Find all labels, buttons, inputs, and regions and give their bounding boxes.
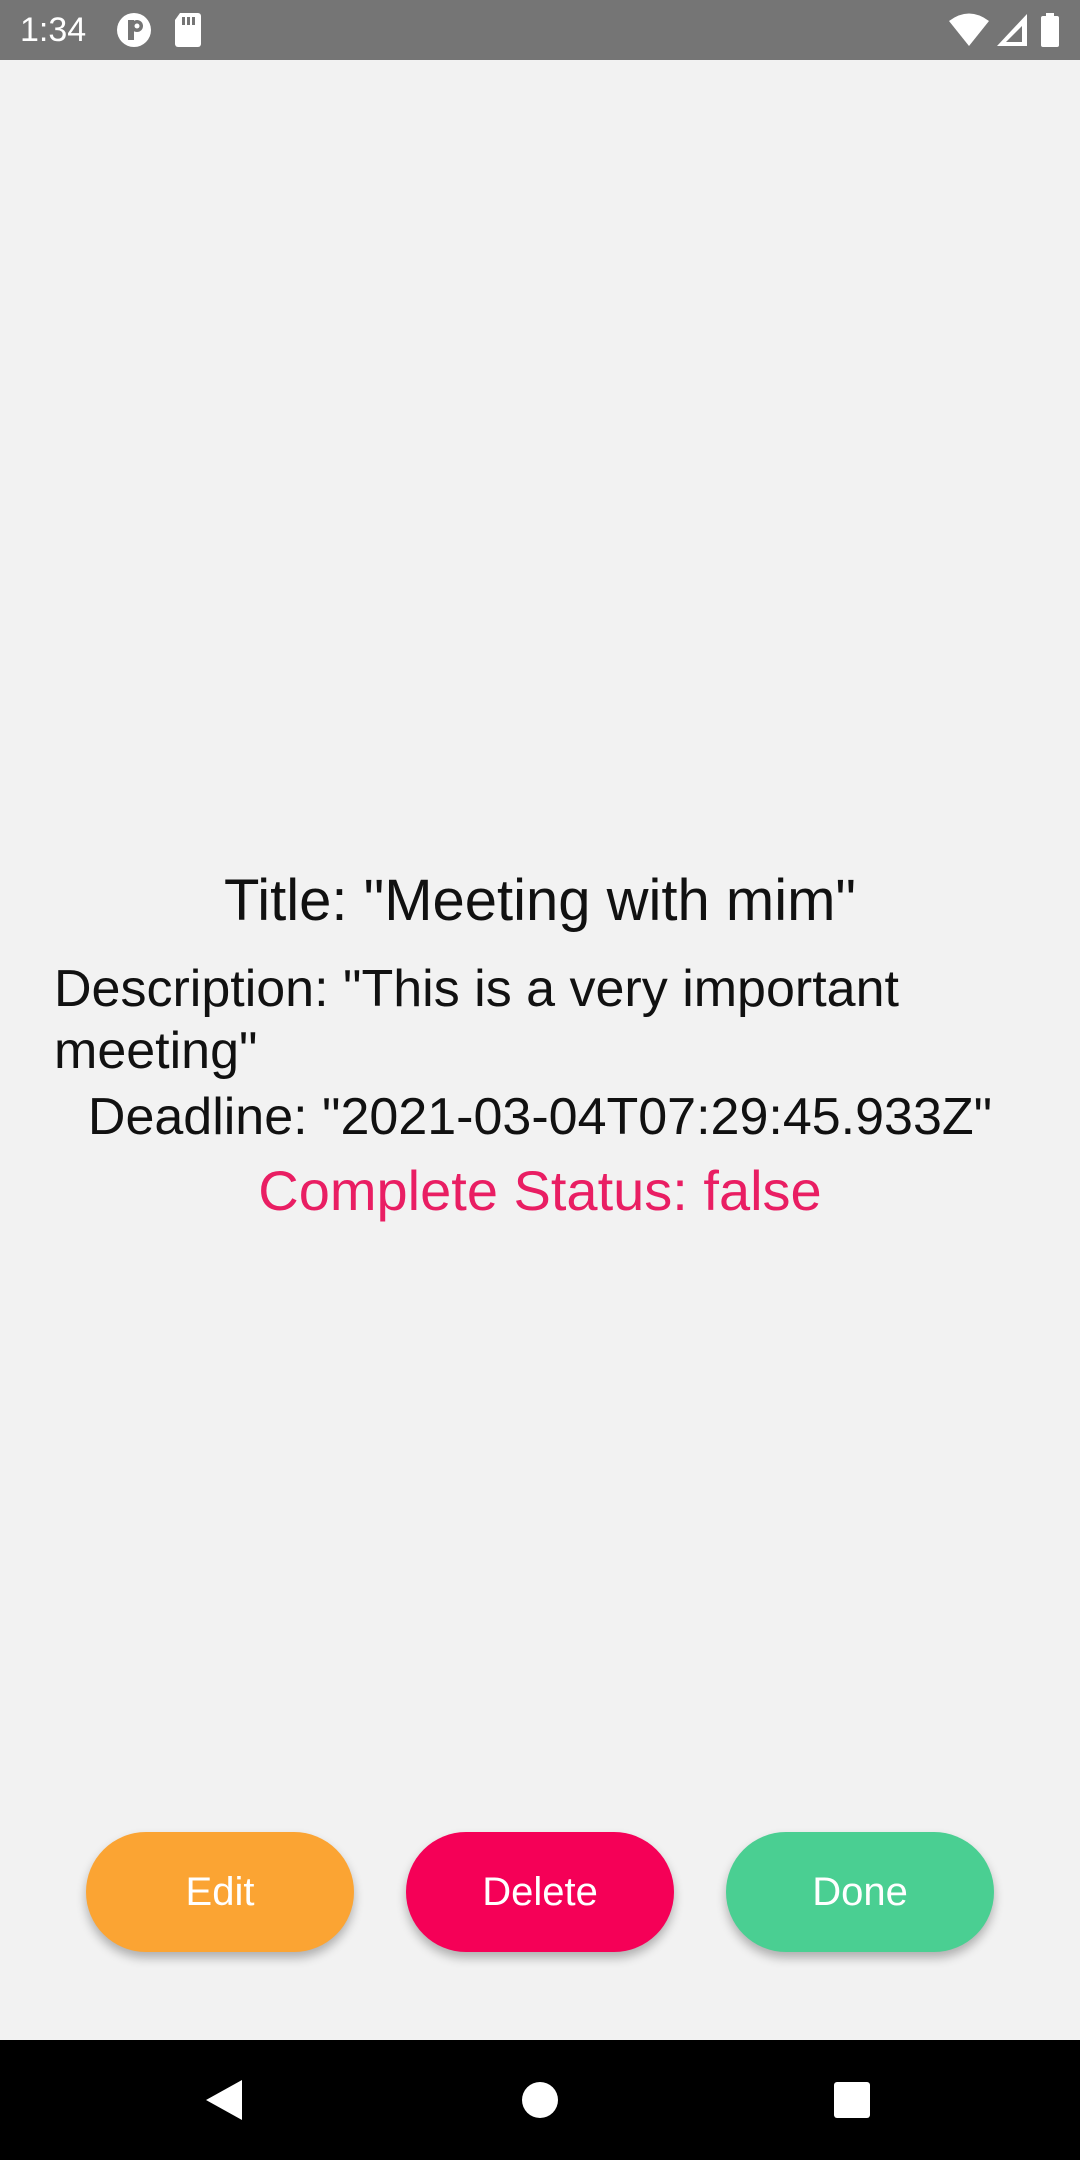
recents-icon[interactable]: [812, 2060, 892, 2140]
battery-icon: [1041, 13, 1059, 47]
back-icon[interactable]: [184, 2060, 264, 2140]
home-icon[interactable]: [500, 2060, 580, 2140]
task-title: Title: "Meeting with mim": [223, 868, 857, 933]
delete-button[interactable]: Delete: [406, 1832, 674, 1952]
edit-button[interactable]: Edit: [86, 1832, 354, 1952]
status-time: 1:34: [20, 11, 87, 49]
task-description: Description: "This is a very important m…: [54, 960, 899, 1080]
status-bar: 1:34: [0, 0, 1080, 60]
task-deadline: Deadline: "2021-03-04T07:29:45.933Z": [87, 1088, 993, 1146]
task-complete-status: Complete Status: false: [258, 1159, 822, 1222]
navigation-bar: [0, 2040, 1080, 2160]
cell-signal-icon: [997, 14, 1027, 46]
notification-icon: [117, 13, 151, 47]
done-button[interactable]: Done: [726, 1832, 994, 1952]
sd-card-icon: [175, 13, 201, 47]
wifi-icon: [949, 13, 989, 46]
